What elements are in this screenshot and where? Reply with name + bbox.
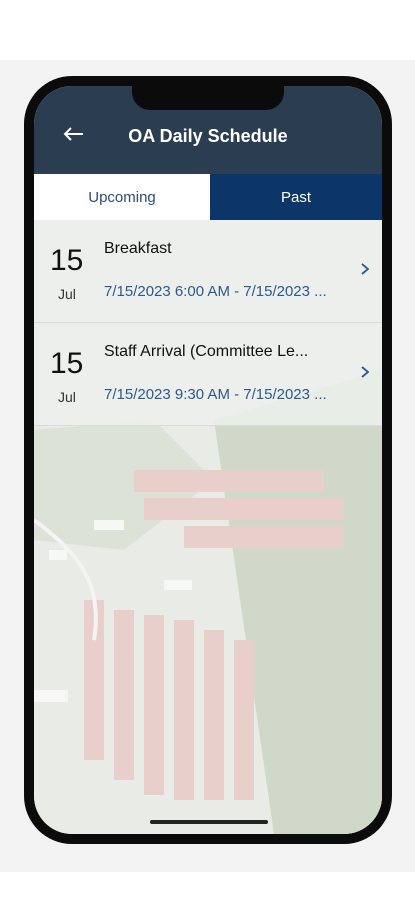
event-name: Breakfast <box>104 240 172 257</box>
phone-notch <box>132 86 284 110</box>
event-day: 15 <box>50 347 84 380</box>
event-time: 7/15/2023 9:30 AM - 7/15/2023 ... <box>104 386 327 403</box>
tab-bar: Upcoming Past <box>34 174 382 220</box>
list-item[interactable]: 15 Jul Staff Arrival (Committee Le... 7/… <box>34 323 382 426</box>
page-title: OA Daily Schedule <box>128 126 288 146</box>
chevron-right-icon <box>361 263 370 275</box>
app-screen: OA Daily Schedule Upcoming Past 15 Jul B… <box>34 86 382 834</box>
event-month: Jul <box>58 389 76 405</box>
tab-past[interactable]: Past <box>210 174 382 220</box>
home-indicator <box>150 820 268 824</box>
chevron-right-icon <box>361 366 370 378</box>
phone-frame: OA Daily Schedule Upcoming Past 15 Jul B… <box>24 76 392 844</box>
event-day: 15 <box>50 244 84 277</box>
event-month: Jul <box>58 286 76 302</box>
event-list: 15 Jul Breakfast 7/15/2023 6:00 AM - 7/1… <box>34 220 382 426</box>
list-item[interactable]: 15 Jul Breakfast 7/15/2023 6:00 AM - 7/1… <box>34 220 382 323</box>
event-name: Staff Arrival (Committee Le... <box>104 343 309 360</box>
event-time: 7/15/2023 6:00 AM - 7/15/2023 ... <box>104 283 327 300</box>
tab-upcoming[interactable]: Upcoming <box>34 174 210 220</box>
